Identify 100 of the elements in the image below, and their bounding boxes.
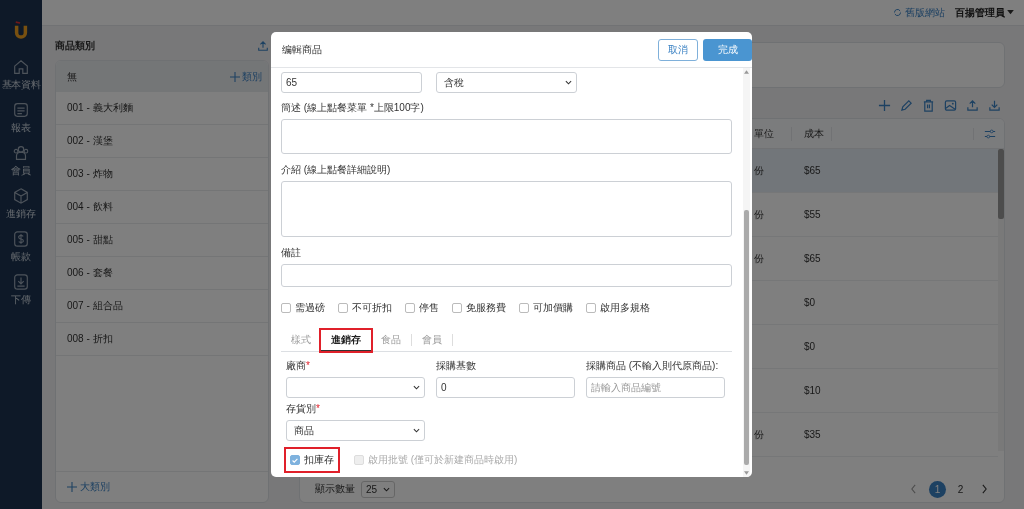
upload-icon[interactable] <box>257 40 269 52</box>
sliders-icon[interactable] <box>973 127 996 140</box>
checkbox-label: 啟用多規格 <box>600 301 650 315</box>
table-cell: 份 <box>754 252 764 264</box>
intro-field[interactable] <box>281 181 732 237</box>
dollar-icon <box>12 230 30 248</box>
category-item[interactable]: 004 - 飲料 <box>56 191 268 224</box>
checkbox[interactable] <box>405 303 415 313</box>
user-menu[interactable]: 百揚管理員 <box>955 5 1005 20</box>
checkbox-label: 啟用批號 (僅可於新建商品時啟用) <box>368 453 518 467</box>
plus-icon <box>230 71 240 82</box>
field-label: 廠商* <box>286 359 311 373</box>
download-icon <box>12 273 30 291</box>
logo-icon <box>14 20 28 40</box>
plus-icon <box>67 482 77 492</box>
dropdown-field[interactable]: 商品 <box>286 420 425 441</box>
people-icon <box>12 144 30 162</box>
upload-icon[interactable] <box>966 99 979 112</box>
field-label: 簡述 (線上點餐菜單 *上限100字) <box>281 101 425 115</box>
category-item[interactable]: 008 - 折扣 <box>56 323 268 356</box>
cancel-button[interactable]: 取消 <box>658 38 698 61</box>
chevron-left-icon[interactable] <box>910 484 917 494</box>
category-header-row[interactable]: 無 類別 <box>56 61 268 92</box>
pencil-icon[interactable] <box>900 99 913 112</box>
sidebar-item[interactable]: 進銷存 <box>6 187 36 221</box>
confirm-button[interactable]: 完成 <box>703 38 752 61</box>
caret-icon[interactable] <box>1007 10 1014 15</box>
category-item[interactable]: 003 - 炸物 <box>56 158 268 191</box>
checkbox-label: 不可折扣 <box>352 301 392 315</box>
checkbox[interactable] <box>519 303 529 313</box>
checkbox-label: 停售 <box>419 301 439 315</box>
field-label: 採購基數 <box>436 359 477 373</box>
field-label: 備註 <box>281 246 302 260</box>
table-cell: $0 <box>804 341 816 352</box>
table-cell: $0 <box>804 297 816 308</box>
add-major-category-button[interactable]: 大類別 <box>67 480 110 494</box>
category-label: 無 <box>67 69 77 84</box>
tab[interactable]: 進銷存 <box>321 329 371 351</box>
scrollbar[interactable] <box>743 68 750 477</box>
scrollbar[interactable] <box>998 149 1004 451</box>
category-item[interactable]: 005 - 甜點 <box>56 224 268 257</box>
table-cell: $35 <box>804 429 821 440</box>
table-cell: 份 <box>754 428 764 440</box>
input-field[interactable]: 0 <box>436 377 575 398</box>
table-cell: 份 <box>754 164 764 176</box>
checkbox[interactable] <box>452 303 462 313</box>
checkbox-label: 扣庫存 <box>304 453 334 467</box>
tab[interactable]: 食品 <box>371 330 411 350</box>
field-label: 存貨別* <box>286 402 321 416</box>
column-header[interactable]: 成本 <box>792 126 832 141</box>
category-item[interactable]: 001 - 義大利麵 <box>56 92 268 125</box>
tab[interactable]: 樣式 <box>281 330 321 350</box>
sidebar-item[interactable]: 基本資料 <box>1 58 41 92</box>
scroll-up-arrow-icon[interactable] <box>744 70 749 74</box>
table-cell: 份 <box>754 208 764 220</box>
box-icon <box>12 187 30 205</box>
tax-select[interactable]: 含稅 <box>436 72 577 93</box>
checkbox[interactable] <box>281 303 291 313</box>
dialog-title: 编輯商品 <box>282 42 323 57</box>
required-mark: * <box>316 403 320 414</box>
list-icon <box>12 101 30 119</box>
checkbox-label: 需過磅 <box>295 301 325 315</box>
field-label: 介紹 (線上點餐詳細說明) <box>281 163 392 177</box>
sidebar-item[interactable]: 報表 <box>11 101 31 135</box>
category-item[interactable]: 007 - 組合品 <box>56 290 268 323</box>
page-button[interactable]: 1 <box>929 480 946 498</box>
page-size-select[interactable]: 25 <box>361 480 396 498</box>
category-item[interactable]: 002 - 漢堡 <box>56 125 268 158</box>
scroll-down-arrow-icon[interactable] <box>744 471 749 475</box>
checkbox[interactable] <box>338 303 348 313</box>
chevron-down-icon <box>413 385 420 390</box>
checkbox[interactable] <box>586 303 596 313</box>
note-field[interactable] <box>281 264 732 287</box>
input-field[interactable]: 請輸入商品編號 <box>586 377 725 398</box>
chevron-down-icon <box>413 428 420 433</box>
download-icon[interactable] <box>988 99 1001 112</box>
sidebar-item[interactable]: 會員 <box>11 144 31 178</box>
field-label: 採購商品 (不輸入則代原商品): <box>586 359 720 373</box>
category-item[interactable]: 006 - 套餐 <box>56 257 268 290</box>
tab[interactable]: 會員 <box>412 330 452 350</box>
chevron-down-icon <box>565 80 572 85</box>
plus-icon[interactable] <box>878 99 891 112</box>
summary-field[interactable] <box>281 119 732 154</box>
dropdown-field[interactable] <box>286 377 425 398</box>
page-size-label: 顯示數量 <box>315 482 355 496</box>
chevron-right-icon[interactable] <box>981 484 988 494</box>
image-icon[interactable] <box>944 99 957 112</box>
add-category-button[interactable]: 類別 <box>230 69 262 84</box>
table-cell: $55 <box>804 209 821 220</box>
refresh-icon <box>893 8 902 17</box>
legacy-site-link[interactable]: 舊版網站 <box>893 5 945 20</box>
sidebar-item[interactable]: 下傳 <box>11 273 31 307</box>
page-button[interactable]: 2 <box>952 480 969 498</box>
price-field[interactable]: 65 <box>281 72 422 93</box>
checkbox[interactable] <box>290 455 300 465</box>
home-icon <box>12 58 30 76</box>
table-cell: $10 <box>804 385 821 396</box>
trash-icon[interactable] <box>922 99 935 112</box>
sidebar-item[interactable]: 帳款 <box>11 230 31 264</box>
checkbox-label: 免服務費 <box>466 301 506 315</box>
